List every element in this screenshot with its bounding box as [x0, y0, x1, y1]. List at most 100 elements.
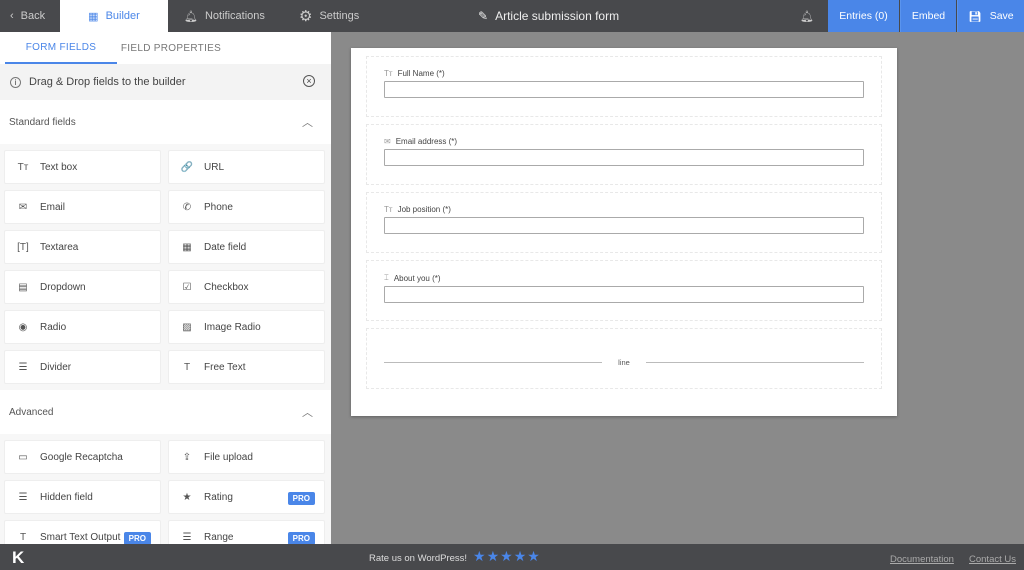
- field-label: Email address (*): [395, 137, 458, 146]
- close-icon[interactable]: ×: [303, 75, 315, 87]
- field-card-label: Free Text: [204, 361, 246, 373]
- field-card-label: File upload: [204, 451, 253, 463]
- link-icon: 🔗: [180, 161, 194, 173]
- embed-button[interactable]: Embed: [900, 0, 956, 32]
- back-button[interactable]: ‹ Back: [10, 0, 45, 32]
- field-card-phone[interactable]: ✆ Phone: [168, 190, 325, 224]
- tab-field-properties[interactable]: FIELD PROPERTIES: [117, 32, 225, 64]
- radio-icon: ◉: [18, 321, 28, 333]
- field-input[interactable]: [384, 217, 864, 234]
- logo: K: [12, 548, 25, 567]
- pro-badge: PRO: [123, 532, 151, 544]
- textarea-icon: ⌶: [384, 273, 389, 282]
- standard-fields-header[interactable]: Standard fields ︿: [0, 100, 331, 144]
- field-card-email[interactable]: ✉ Email: [4, 190, 161, 224]
- field-card-label: Image Radio: [204, 321, 261, 333]
- star-icon: ★: [182, 491, 192, 503]
- text-box-icon: Tт: [384, 205, 393, 214]
- field-card-label: Phone: [204, 201, 233, 213]
- divider-field[interactable]: line: [366, 328, 882, 389]
- field-card-label: Checkbox: [204, 281, 249, 293]
- field-card-hidden-field[interactable]: ☰ Hidden field: [4, 480, 161, 514]
- field-card-label: Dropdown: [40, 281, 86, 293]
- smart-text-icon: T: [19, 531, 27, 543]
- field-card-url[interactable]: 🔗 URL: [168, 150, 325, 184]
- drag-drop-notice: i Drag & Drop fields to the builder ×: [0, 64, 331, 100]
- field-card-divider[interactable]: ☰ Divider: [4, 350, 161, 384]
- tab-notifications[interactable]: 🔔︎ Notifications: [184, 0, 265, 32]
- field-card-label: Radio: [40, 321, 67, 333]
- field-card-label: Rating: [204, 491, 233, 503]
- form-field[interactable]: ✉ Email address (*): [366, 124, 882, 185]
- field-input[interactable]: [384, 81, 864, 98]
- documentation-link[interactable]: Documentation: [890, 554, 954, 565]
- tab-builder[interactable]: ▦ Builder: [60, 0, 168, 32]
- calendar-icon: ▦: [182, 241, 192, 253]
- field-card-range[interactable]: ☰ Range PRO: [168, 520, 325, 544]
- field-label: Full Name (*): [397, 69, 445, 78]
- edit-icon: ✎: [478, 9, 489, 23]
- divider-line: [645, 362, 864, 363]
- tab-form-fields[interactable]: FORM FIELDS: [5, 32, 117, 64]
- rating-stars[interactable]: ★★★★★: [473, 548, 541, 565]
- field-label: About you (*): [393, 273, 441, 283]
- field-card-label: Textarea: [40, 241, 79, 253]
- field-card-checkbox[interactable]: ☑ Checkbox: [168, 270, 325, 304]
- hidden-field-icon: ☰: [18, 491, 28, 503]
- field-card-smart-text-output[interactable]: T Smart Text Output PRO: [4, 520, 161, 544]
- textarea-icon: [T]: [17, 241, 29, 253]
- divider-line: [384, 362, 603, 363]
- field-card-dropdown[interactable]: ▤ Dropdown: [4, 270, 161, 304]
- advanced-fields-header[interactable]: Advanced ︿: [0, 390, 331, 434]
- chevron-up-icon: ︿: [302, 407, 313, 419]
- field-card-rating[interactable]: ★ Rating PRO: [168, 480, 325, 514]
- text-box-icon: Tт: [17, 161, 29, 173]
- form-title[interactable]: ✎ Article submission form: [478, 0, 619, 32]
- bell-icon: 🔔︎: [184, 10, 198, 23]
- email-icon: ✉: [18, 201, 28, 213]
- field-card-google-recaptcha[interactable]: ▭ Google Recaptcha: [4, 440, 161, 474]
- dropdown-icon: ▤: [18, 281, 28, 293]
- builder-icon: ▦: [88, 10, 99, 23]
- top-bar: ‹ Back ▦ Builder 🔔︎ Notifications ⚙ Settings…: [0, 0, 1024, 32]
- field-card-free-text[interactable]: T Free Text: [168, 350, 325, 384]
- sidebar: FORM FIELDS FIELD PROPERTIES i Drag & Dr…: [0, 32, 331, 544]
- field-card-label: Hidden field: [40, 491, 93, 503]
- field-card-text-box[interactable]: Tт Text box: [4, 150, 161, 184]
- field-card-label: Range: [204, 531, 234, 543]
- field-input[interactable]: [384, 286, 864, 303]
- save-icon: 💾︎: [968, 10, 982, 23]
- upload-icon: ⇪: [182, 451, 192, 463]
- field-input[interactable]: [384, 149, 864, 166]
- contact-us-link[interactable]: Contact Us: [969, 554, 1016, 565]
- notifications-bell-button[interactable]: 🔔︎: [800, 0, 814, 32]
- chevron-up-icon: ︿: [302, 117, 313, 129]
- info-icon: i: [10, 76, 21, 88]
- free-text-icon: T: [183, 361, 191, 373]
- save-button[interactable]: 💾︎ Save: [957, 0, 1024, 32]
- form-field[interactable]: ⌶ About you (*): [366, 260, 882, 321]
- form-field[interactable]: Tт Job position (*): [366, 192, 882, 253]
- tab-settings[interactable]: ⚙ Settings: [299, 0, 359, 32]
- email-icon: ✉: [384, 137, 391, 146]
- image-radio-icon: ▨: [182, 321, 192, 333]
- chevron-left-icon: ‹: [10, 10, 14, 22]
- field-card-date-field[interactable]: ▦ Date field: [168, 230, 325, 264]
- field-card-radio[interactable]: ◉ Radio: [4, 310, 161, 344]
- gear-icon: ⚙: [299, 8, 313, 25]
- text-box-icon: Tт: [384, 69, 393, 78]
- field-card-file-upload[interactable]: ⇪ File upload: [168, 440, 325, 474]
- builder-canvas: Tт Full Name (*) ✉ Email address (*) Tт Job p…: [331, 32, 1024, 544]
- phone-icon: ✆: [182, 201, 192, 213]
- form-field[interactable]: Tт Full Name (*): [366, 56, 882, 117]
- divider-icon: ☰: [18, 361, 28, 373]
- field-card-image-radio[interactable]: ▨ Image Radio: [168, 310, 325, 344]
- field-card-label: Google Recaptcha: [40, 451, 123, 463]
- field-card-textarea[interactable]: [T] Textarea: [4, 230, 161, 264]
- field-card-label: Smart Text Output: [40, 531, 121, 543]
- footer: K Rate us on WordPress! ★★★★★ Documentati…: [0, 544, 1024, 570]
- pro-badge: PRO: [287, 532, 315, 544]
- recaptcha-icon: ▭: [18, 451, 28, 463]
- entries-button[interactable]: Entries (0): [828, 0, 899, 32]
- field-card-label: Date field: [204, 241, 247, 253]
